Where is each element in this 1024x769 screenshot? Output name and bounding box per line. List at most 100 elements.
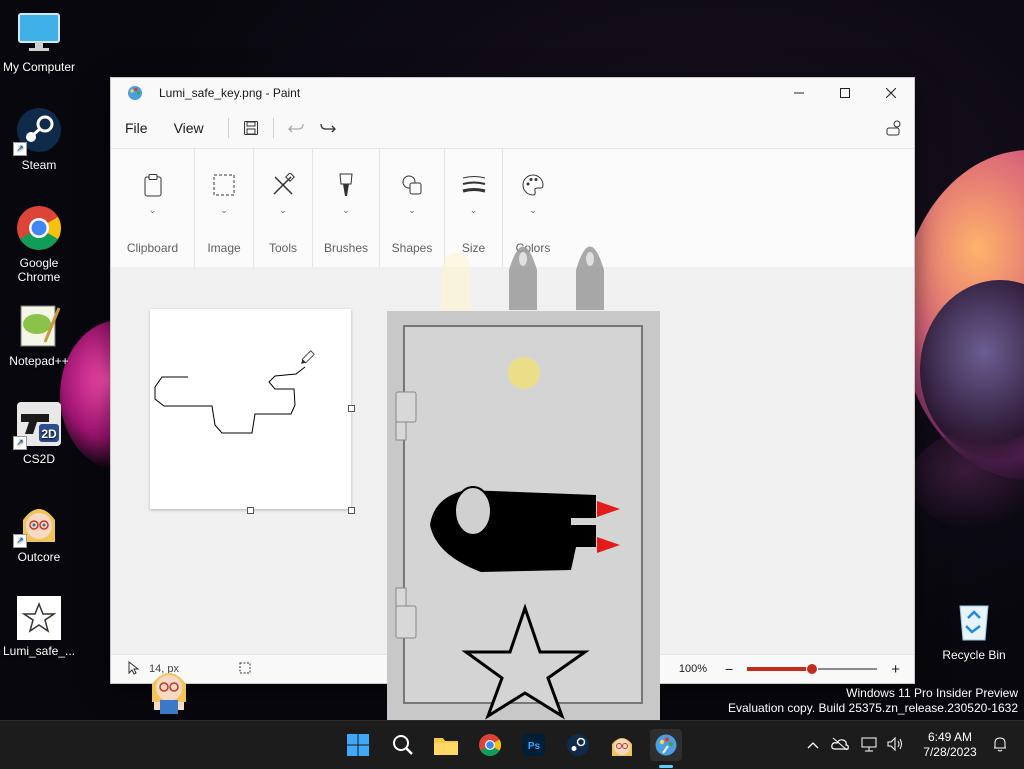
steam-icon: ↗ [13, 106, 63, 156]
menu-divider [227, 118, 229, 138]
maximize-button[interactable] [822, 78, 868, 108]
outcore-icon[interactable] [606, 729, 638, 761]
chevron-up-icon[interactable] [802, 738, 824, 752]
chrome-icon [15, 204, 63, 252]
outcore-icon: ↗ [13, 498, 63, 548]
drawing-canvas[interactable] [150, 309, 355, 514]
desktop-icon-steam[interactable]: ↗ Steam [1, 106, 77, 172]
desktop-icon-label: Notepad++ [9, 354, 69, 368]
chevron-down-icon: ⌄ [148, 205, 157, 215]
ribbon-group-image[interactable]: ⌄ Image [195, 149, 254, 267]
shortcut-arrow-icon: ↗ [13, 142, 27, 156]
desktop-icon-outcore[interactable]: ↗ Outcore [1, 498, 77, 564]
chevron-down-icon: ⌄ [220, 205, 228, 215]
desktop-icon-label: Lumi_safe_... [2, 644, 76, 658]
windows-watermark: Windows 11 Pro Insider Preview Evaluatio… [728, 686, 1018, 716]
svg-text:2D: 2D [41, 427, 57, 441]
clipboard-icon [139, 171, 167, 199]
desktop-icon-label: Steam [21, 158, 57, 172]
zoom-level: 100% [678, 663, 708, 675]
desktop-icon-recycle-bin[interactable]: Recycle Bin [936, 596, 1012, 662]
chevron-down-icon: ⌄ [529, 205, 537, 215]
zoom-slider[interactable] [747, 662, 878, 676]
watermark-line: Evaluation copy. Build 25375.zn_release.… [728, 701, 1018, 715]
desktop-icon-label: My Computer [2, 60, 76, 74]
size-icon [460, 171, 488, 199]
menu-divider [272, 118, 274, 138]
start-icon[interactable] [342, 729, 374, 761]
clock[interactable]: 6:49 AM 7/28/2023 [914, 730, 986, 760]
file-explorer-icon[interactable] [430, 729, 462, 761]
desktop-icon-chrome[interactable]: Google Chrome [1, 204, 77, 284]
chevron-down-icon: ⌄ [279, 205, 287, 215]
clock-date: 7/28/2023 [923, 745, 977, 759]
network-icon[interactable] [856, 736, 882, 755]
taskbar: Ps 6:49 AM 7/28/2023 [0, 720, 1024, 769]
palette-icon [519, 171, 547, 199]
undo-icon[interactable] [280, 112, 312, 144]
ribbon-label: Tools [268, 241, 297, 255]
ribbon-group-tools[interactable]: ⌄ Tools [254, 149, 313, 267]
chevron-down-icon: ⌄ [408, 205, 416, 215]
star-file-icon [17, 596, 61, 640]
settings-icon[interactable] [878, 112, 910, 144]
desktop-icon-label: Recycle Bin [942, 648, 1006, 662]
system-tray: 6:49 AM 7/28/2023 [802, 721, 1014, 769]
desktop-icon-my-computer[interactable]: My Computer [1, 8, 77, 74]
ribbon-group-brushes[interactable]: ⌄ Brushes [313, 149, 380, 267]
minimize-button[interactable] [776, 78, 822, 108]
recycle-bin-icon [950, 596, 998, 644]
menu-view[interactable]: View [166, 114, 212, 142]
redo-icon[interactable] [312, 112, 344, 144]
chrome-icon[interactable] [474, 729, 506, 761]
desktop-icon-label: CS2D [22, 452, 55, 466]
key-ghost-sprite [441, 246, 604, 311]
notification-icon[interactable] [986, 736, 1014, 755]
volume-icon[interactable] [882, 736, 908, 755]
ribbon-label: Clipboard [126, 241, 179, 255]
window-title: Lumi_safe_key.png - Paint [159, 86, 301, 100]
desktop-icon-label: Google Chrome [17, 256, 61, 284]
steam-icon[interactable] [562, 729, 594, 761]
desktop-icon-notepadpp[interactable]: Notepad++ [1, 302, 77, 368]
shortcut-arrow-icon: ↗ [13, 436, 27, 450]
zoom-out-button[interactable]: − [725, 661, 733, 677]
paint-app-icon [127, 85, 143, 101]
clock-time: 6:49 AM [927, 730, 973, 744]
menu-file[interactable]: File [117, 114, 156, 142]
menu-bar: File View [111, 108, 914, 148]
search-icon[interactable] [387, 729, 419, 761]
resize-handle[interactable] [348, 507, 355, 514]
title-bar[interactable]: Lumi_safe_key.png - Paint [111, 78, 914, 108]
onedrive-icon[interactable] [824, 737, 856, 754]
ribbon-group-clipboard[interactable]: ⌄ Clipboard [111, 149, 195, 267]
desktop-icon-label: Outcore [17, 550, 61, 564]
chevron-down-icon: ⌄ [469, 205, 478, 215]
key-drawing [154, 350, 315, 434]
notepadpp-icon [15, 302, 63, 350]
resize-handle[interactable] [247, 507, 254, 514]
safe-sprite [386, 235, 662, 720]
close-button[interactable] [868, 78, 914, 108]
select-icon [210, 171, 238, 199]
watermark-line: Windows 11 Pro Insider Preview [846, 686, 1018, 700]
photoshop-icon[interactable]: Ps [518, 729, 550, 761]
zoom-slider-thumb[interactable] [806, 663, 819, 675]
monitor-icon [15, 8, 63, 56]
pointer-icon [127, 660, 140, 678]
desktop-icon-cs2d[interactable]: 2D ↗ CS2D [1, 400, 77, 466]
chevron-down-icon: ⌄ [342, 205, 350, 215]
resize-handle[interactable] [348, 405, 355, 412]
tools-icon [269, 171, 297, 199]
ribbon-label: Image [207, 241, 241, 255]
shortcut-arrow-icon: ↗ [13, 534, 27, 548]
pencil-cursor-icon [301, 350, 315, 364]
paint-icon[interactable] [650, 729, 682, 761]
desktop-icon-lumi-safe[interactable]: Lumi_safe_... [1, 596, 77, 658]
shapes-icon [398, 171, 426, 199]
brush-icon [332, 171, 360, 199]
outcore-character-sprite [146, 662, 192, 718]
ribbon-label: Brushes [323, 241, 369, 255]
zoom-in-button[interactable]: + [891, 661, 900, 678]
save-icon[interactable] [235, 112, 267, 144]
